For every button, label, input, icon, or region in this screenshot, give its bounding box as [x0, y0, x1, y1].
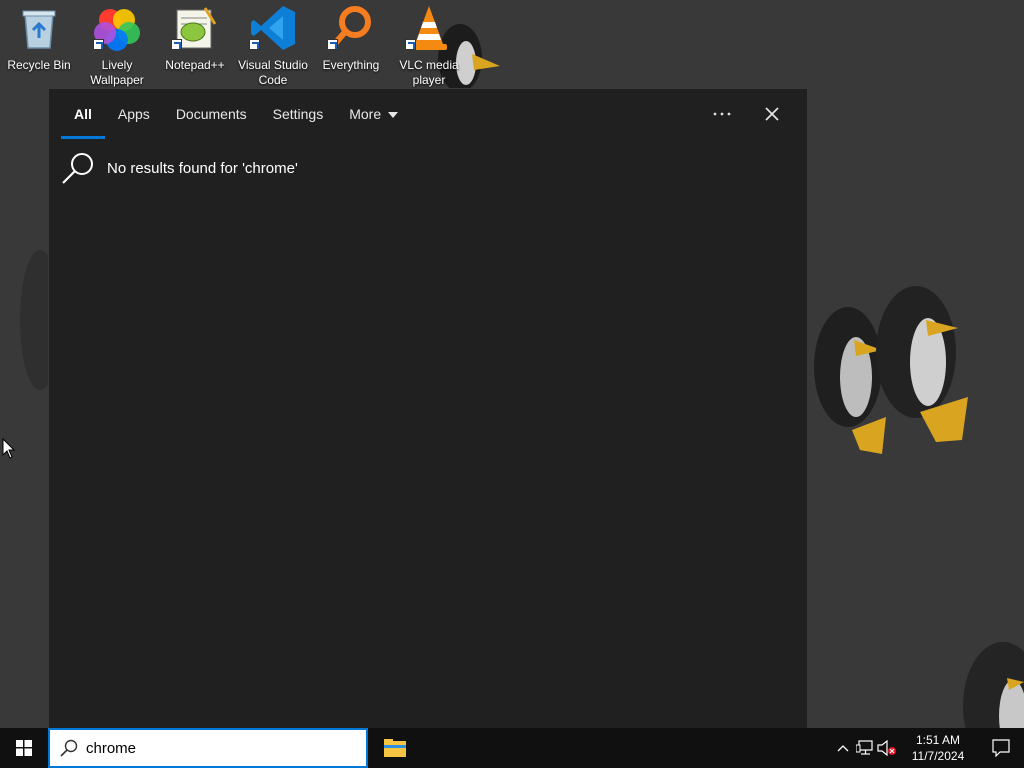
chevron-down-icon: [388, 112, 399, 119]
desktop-icon-label: Lively Wallpaper: [90, 58, 144, 87]
clock-date: 11/7/2024: [911, 749, 965, 763]
desktop-icon-label: Visual Studio Code: [238, 58, 308, 87]
search-results-panel: All Apps Documents Settings More No resu…: [48, 88, 808, 728]
windows-logo-icon: [16, 740, 32, 756]
ellipsis-icon: [713, 112, 731, 116]
search-icon: [62, 153, 93, 184]
search-filter-tabs: All Apps Documents Settings More: [61, 89, 411, 139]
mouse-cursor-icon: [2, 438, 16, 459]
show-hidden-icons-button[interactable]: [832, 728, 854, 768]
search-input[interactable]: [86, 739, 346, 757]
volume-muted-icon: [877, 740, 896, 756]
tab-all[interactable]: All: [61, 89, 105, 139]
close-button[interactable]: [757, 99, 787, 129]
start-button[interactable]: [0, 728, 48, 768]
desktop-icon-label: VLC media player: [399, 58, 459, 87]
more-options-button[interactable]: [707, 99, 737, 129]
taskbar: 1:51 AM 11/7/2024: [0, 728, 1024, 768]
network-icon: [856, 740, 873, 755]
tab-apps[interactable]: Apps: [105, 89, 163, 139]
clock[interactable]: 1:51 AM 11/7/2024: [898, 732, 978, 764]
shortcut-arrow-icon: [405, 39, 416, 50]
desktop-icon-recycle-bin[interactable]: Recycle Bin: [0, 4, 78, 88]
no-results-message: No results found for 'chrome': [61, 151, 298, 185]
desktop-icon-label: Notepad++: [165, 58, 225, 72]
file-explorer-icon: [384, 739, 406, 757]
desktop-icon-everything[interactable]: Everything: [312, 4, 390, 88]
wallpaper-penguin-bottom: [963, 642, 1024, 728]
desktop-icons: Recycle Bin Lively Wallpaper Notepad++ V…: [0, 4, 468, 88]
tab-documents[interactable]: Documents: [163, 89, 260, 139]
desktop-icon-visual-studio-code[interactable]: Visual Studio Code: [234, 4, 312, 88]
close-icon: [765, 107, 779, 121]
tab-more[interactable]: More: [336, 89, 411, 139]
shortcut-arrow-icon: [93, 39, 104, 50]
network-button[interactable]: [854, 728, 876, 768]
wallpaper-penguins-right: [814, 286, 968, 454]
desktop-icon-label: Everything: [322, 58, 380, 72]
search-icon: [60, 739, 78, 757]
panel-actions: [707, 99, 787, 129]
clock-time: 1:51 AM: [915, 733, 961, 747]
desktop-icon-label: Recycle Bin: [7, 58, 71, 72]
desktop-icon-vlc-media-player[interactable]: VLC media player: [390, 4, 468, 88]
desktop-icon-lively-wallpaper[interactable]: Lively Wallpaper: [78, 4, 156, 88]
notifications-icon: [992, 739, 1010, 757]
shortcut-arrow-icon: [327, 39, 338, 50]
volume-button[interactable]: [876, 728, 898, 768]
no-results-text: No results found for 'chrome': [107, 159, 298, 177]
shortcut-arrow-icon: [171, 39, 182, 50]
system-tray: 1:51 AM 11/7/2024: [832, 728, 1024, 768]
tab-settings[interactable]: Settings: [260, 89, 337, 139]
tab-more-label: More: [349, 106, 382, 122]
taskbar-file-explorer-button[interactable]: [376, 728, 414, 768]
action-center-button[interactable]: [978, 728, 1024, 768]
recycle-bin-icon: [22, 10, 56, 49]
chevron-up-icon: [837, 745, 849, 752]
taskbar-search-box[interactable]: [48, 728, 368, 768]
shortcut-arrow-icon: [249, 39, 260, 50]
desktop-icon-notepad-plus-plus[interactable]: Notepad++: [156, 4, 234, 88]
